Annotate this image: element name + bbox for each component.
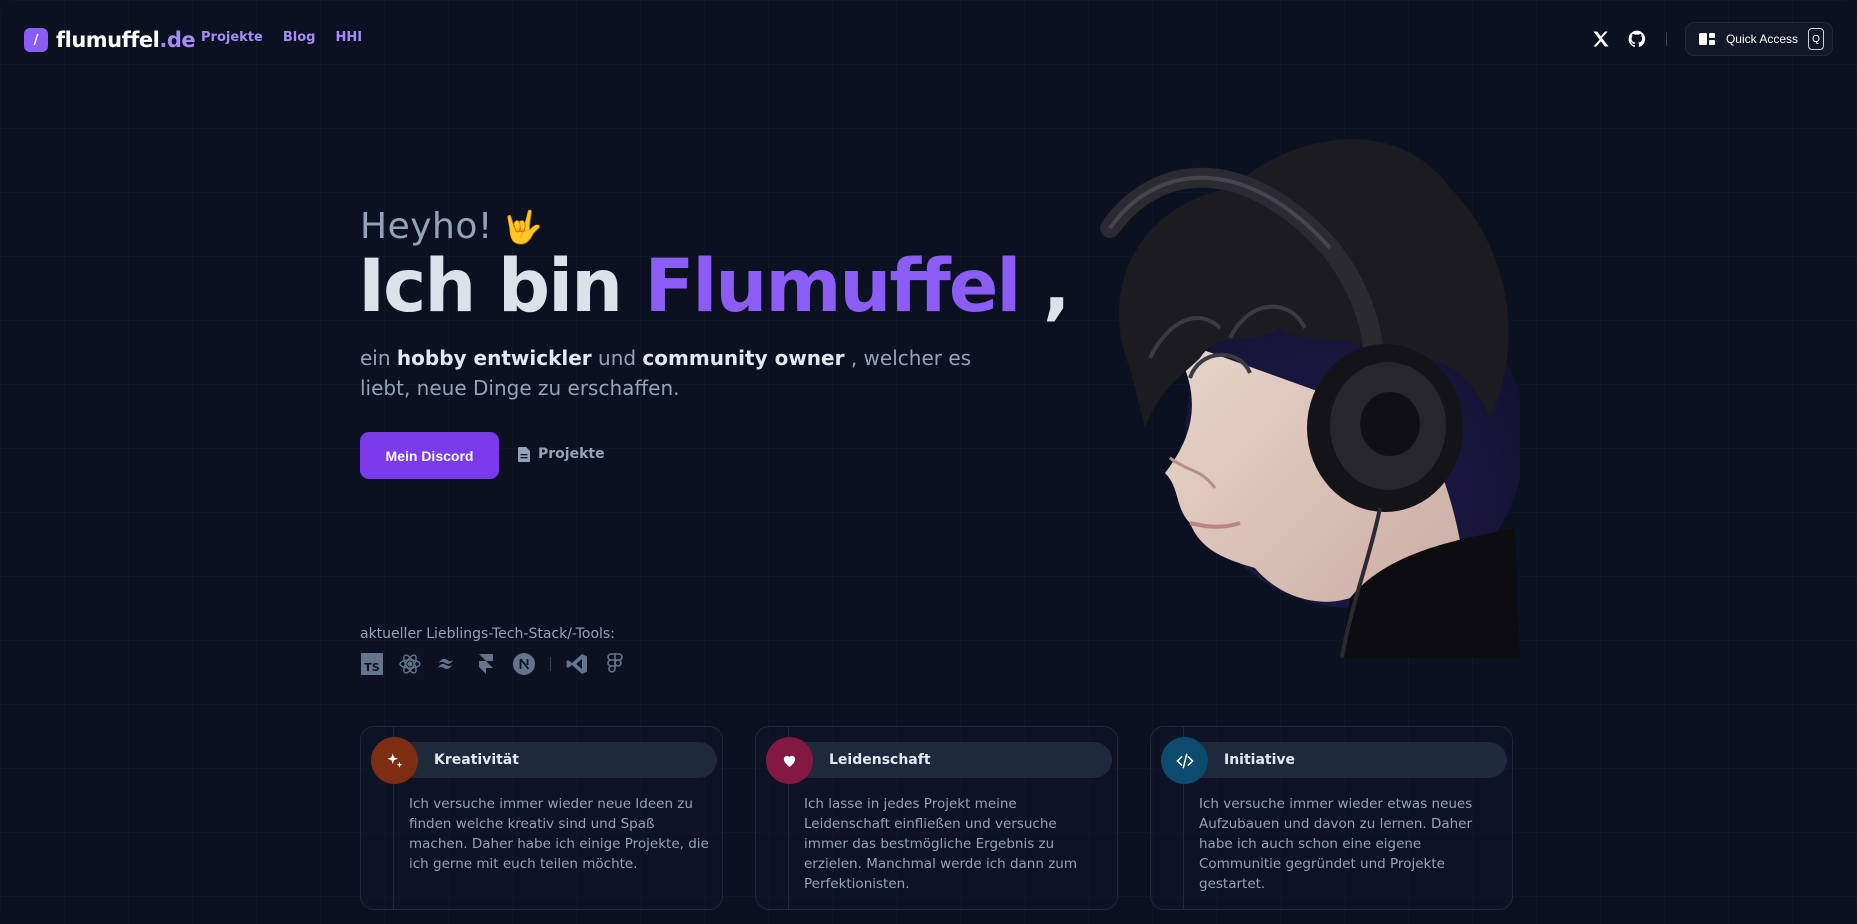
headline-prefix: Ich bin bbox=[358, 244, 623, 329]
framer-icon[interactable] bbox=[474, 652, 498, 676]
card-text: Ich versuche immer wieder etwas neues Au… bbox=[1199, 796, 1473, 892]
card-initiative: Initiative Ich versuche immer wieder etw… bbox=[1150, 726, 1513, 910]
hero-subtitle: ein hobby entwickler und community owner… bbox=[360, 343, 980, 403]
vscode-icon[interactable] bbox=[565, 652, 589, 676]
document-icon bbox=[518, 446, 530, 462]
rock-hand-emoji: 🤟 bbox=[502, 207, 543, 246]
logo-badge: / bbox=[24, 28, 48, 52]
quick-access-button[interactable]: Quick Access Q bbox=[1684, 22, 1833, 56]
card-header bbox=[371, 742, 717, 778]
portrait-illustration bbox=[1100, 139, 1520, 658]
x-icon[interactable] bbox=[1590, 28, 1612, 50]
window-icon bbox=[1698, 33, 1715, 45]
tool-divider bbox=[550, 657, 551, 671]
card-header bbox=[766, 742, 1112, 778]
nav-link-projekte[interactable]: Projekte bbox=[201, 30, 263, 45]
logo-tld: .de bbox=[159, 28, 196, 52]
card-title: Initiative bbox=[1224, 752, 1296, 768]
react-icon[interactable] bbox=[398, 652, 422, 676]
quick-access-label: Quick Access bbox=[1725, 32, 1798, 46]
page: / flumuffel.de Projekte Blog HHI Quick A… bbox=[0, 0, 1857, 924]
github-icon[interactable] bbox=[1626, 28, 1648, 50]
nav-link-blog[interactable]: Blog bbox=[283, 30, 316, 45]
tech-stack-label: aktueller Lieblings-Tech-Stack/-Tools: bbox=[360, 626, 615, 642]
site-logo[interactable]: / flumuffel.de bbox=[24, 28, 196, 52]
nav-divider bbox=[1665, 32, 1667, 46]
subtitle-bold-1: hobby entwickler bbox=[396, 346, 592, 370]
card-text: Ich versuche immer wieder neue Ideen zu … bbox=[409, 796, 709, 872]
typescript-icon[interactable]: TS bbox=[360, 652, 384, 676]
sparkles-icon bbox=[371, 737, 418, 784]
nav-link-hhi[interactable]: HHI bbox=[335, 30, 362, 45]
discord-button[interactable]: Mein Discord bbox=[360, 432, 499, 479]
nav-right: Quick Access Q bbox=[1590, 22, 1833, 56]
card-header bbox=[1161, 742, 1507, 778]
logo-text: flumuffel.de bbox=[56, 28, 196, 52]
subtitle-part-1: ein bbox=[360, 346, 391, 370]
card-text: Ich lasse in jedes Projekt meine Leidens… bbox=[804, 796, 1077, 892]
card-leidenschaft: Leidenschaft Ich lasse in jedes Projekt … bbox=[755, 726, 1118, 910]
code-icon bbox=[1161, 737, 1208, 784]
card-title: Leidenschaft bbox=[829, 752, 931, 768]
greeting: Heyho! 🤟 bbox=[360, 206, 543, 247]
headline-name: Flumuffel bbox=[644, 244, 1022, 329]
projects-button[interactable]: Projekte bbox=[518, 446, 605, 462]
subtitle-bold-2: community owner bbox=[642, 346, 845, 370]
page-title: Ich bin Flumuffel , bbox=[358, 244, 1071, 329]
tech-stack: TS bbox=[360, 652, 627, 676]
subtitle-part-2: und bbox=[598, 346, 637, 370]
shortcut-key: Q bbox=[1808, 28, 1824, 50]
card-title: Kreativität bbox=[434, 752, 519, 768]
svg-text:TS: TS bbox=[364, 661, 380, 674]
figma-icon[interactable] bbox=[603, 652, 627, 676]
heart-icon bbox=[766, 737, 813, 784]
nav-links: Projekte Blog HHI bbox=[201, 30, 362, 45]
projects-button-label: Projekte bbox=[538, 446, 605, 462]
nextjs-icon[interactable] bbox=[512, 652, 536, 676]
logo-name: flumuffel bbox=[56, 28, 160, 52]
tailwind-icon[interactable] bbox=[436, 652, 460, 676]
greeting-text: Heyho! bbox=[360, 206, 493, 247]
top-nav: / flumuffel.de Projekte Blog HHI Quick A… bbox=[0, 0, 1857, 80]
card-kreativitaet: Kreativität Ich versuche immer wieder ne… bbox=[360, 726, 723, 910]
